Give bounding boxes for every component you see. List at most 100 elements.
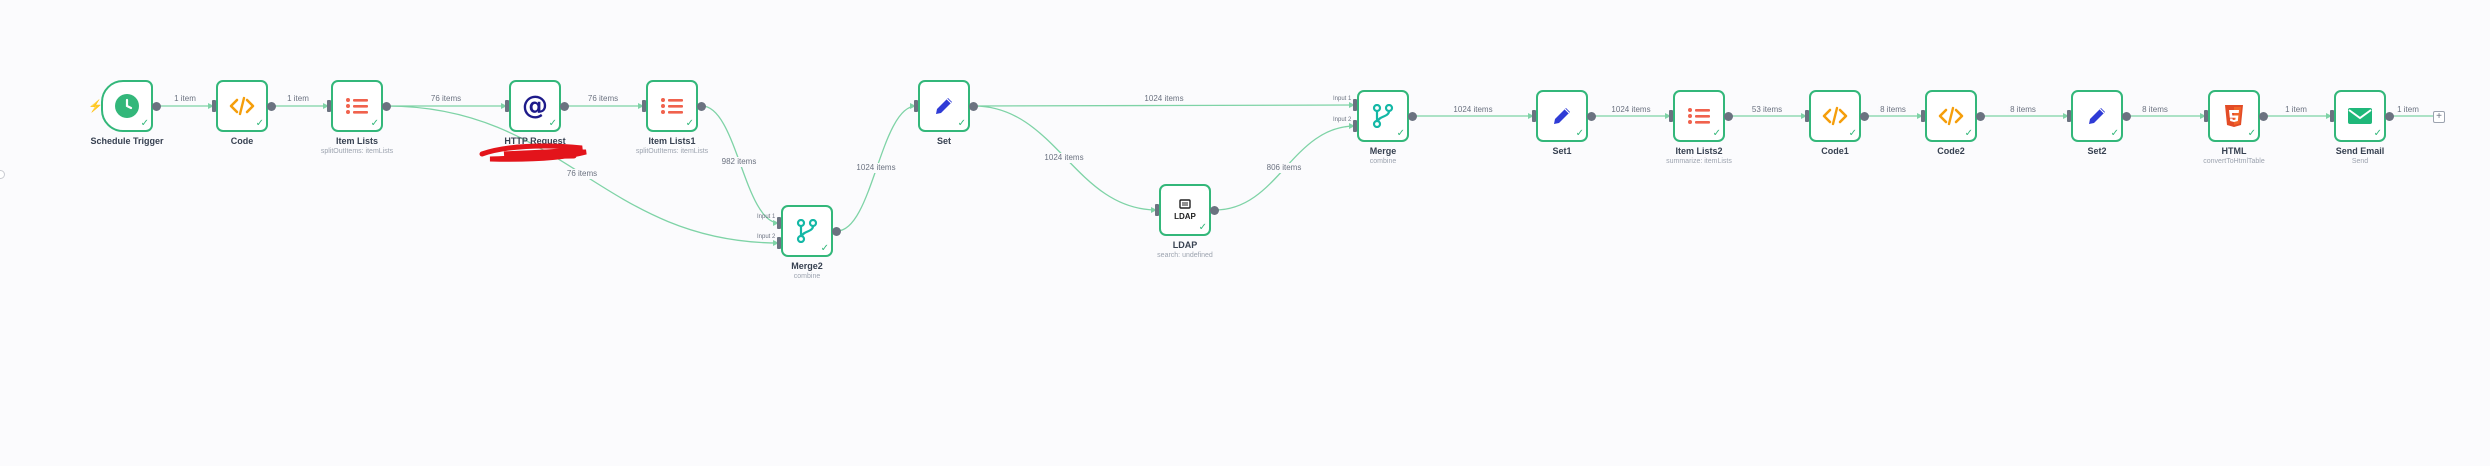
output-handle[interactable]: [267, 101, 276, 111]
input-handle[interactable]: [1353, 99, 1357, 111]
input-handle[interactable]: [1532, 110, 1536, 122]
edge-item-count: 1 item: [285, 94, 311, 104]
input-handle[interactable]: [1669, 110, 1673, 122]
edge-item-count: 1024 items: [1142, 94, 1186, 104]
input-handle[interactable]: [327, 100, 331, 112]
node-itemlists2[interactable]: ✓: [1673, 90, 1725, 142]
node-code1[interactable]: ✓: [1809, 90, 1861, 142]
success-check-icon: ✓: [820, 243, 829, 254]
success-check-icon: ✓: [2373, 128, 2382, 139]
code-icon: [229, 96, 255, 116]
html5-icon: [2223, 104, 2245, 128]
edge-item-count: 53 items: [1749, 105, 1785, 115]
edge-item-count: 1 item: [2283, 105, 2309, 115]
node-subtitle: Send: [2351, 158, 2369, 165]
input-handle[interactable]: [2330, 110, 2334, 122]
node-trigger[interactable]: ✓: [101, 80, 153, 132]
pen-icon: [2085, 104, 2109, 128]
node-set[interactable]: ✓: [918, 80, 970, 132]
node-html[interactable]: ✓: [2208, 90, 2260, 142]
node-ldap[interactable]: LDAP ✓: [1159, 184, 1211, 236]
clock-icon: [114, 93, 140, 119]
node-email[interactable]: ✓: [2334, 90, 2386, 142]
output-handle[interactable]: [152, 101, 161, 111]
node-merge[interactable]: ✓: [1357, 90, 1409, 142]
workflow-canvas[interactable]: 1 item 1 item 76 items 76 items 76 items 982 …: [0, 0, 2490, 466]
node-itemlists[interactable]: ✓: [331, 80, 383, 132]
success-check-icon: ✓: [1848, 128, 1857, 139]
input-handle[interactable]: [777, 237, 781, 249]
input-label: Input 1: [1333, 96, 1352, 102]
success-check-icon: ✓: [1575, 128, 1584, 139]
input-handle[interactable]: [1155, 204, 1159, 216]
node-subtitle: splitOutItems: itemLists: [635, 148, 709, 155]
input-handle[interactable]: [2067, 110, 2071, 122]
list-icon: [1687, 106, 1711, 126]
edge-item-count: 1 item: [172, 94, 198, 104]
edge-item-count: 8 items: [1878, 105, 1908, 115]
input-handle[interactable]: [1805, 110, 1809, 122]
node-title: LDAP: [1172, 240, 1198, 250]
edge-item-count: 1024 items: [1042, 153, 1086, 163]
edge-item-count: 1024 items: [1451, 105, 1495, 115]
node-set2[interactable]: ✓: [2071, 90, 2123, 142]
input-label: Input 1: [757, 214, 776, 220]
node-subtitle: splitOutItems: itemLists: [320, 148, 394, 155]
output-handle[interactable]: [697, 101, 706, 111]
output-handle[interactable]: [1976, 111, 1985, 121]
edge-item-count: 8 items: [2008, 105, 2038, 115]
output-handle[interactable]: [832, 226, 841, 236]
pen-icon: [1550, 104, 1574, 128]
output-handle[interactable]: [1210, 205, 1219, 215]
output-handle[interactable]: [382, 101, 391, 111]
node-code2[interactable]: ✓: [1925, 90, 1977, 142]
input-handle[interactable]: [642, 100, 646, 112]
trigger-bolt-icon: ⚡: [88, 99, 103, 113]
edge-item-count: 76 items: [564, 169, 600, 179]
add-node-button[interactable]: +: [2433, 111, 2445, 123]
output-handle[interactable]: [1587, 111, 1596, 121]
node-title: Merge: [1369, 146, 1397, 156]
output-handle[interactable]: [1724, 111, 1733, 121]
node-subtitle: summarize: itemLists: [1666, 158, 1732, 165]
input-handle[interactable]: [1353, 120, 1357, 132]
at-icon: @: [522, 91, 548, 121]
input-handle[interactable]: [505, 100, 509, 112]
node-code[interactable]: ✓: [216, 80, 268, 132]
node-title: HTML: [2221, 146, 2247, 156]
code-icon: [1822, 106, 1848, 126]
node-title: Merge2: [791, 261, 823, 271]
input-handle[interactable]: [212, 100, 216, 112]
merge-icon: [1372, 104, 1394, 128]
input-label: Input 2: [1333, 117, 1352, 123]
node-title: Set1: [1552, 146, 1572, 156]
code-icon: [1938, 106, 1964, 126]
connection-set-merge[interactable]: [973, 104, 1356, 107]
output-handle[interactable]: [2259, 111, 2268, 121]
output-handle[interactable]: [2385, 111, 2394, 121]
node-set1[interactable]: ✓: [1536, 90, 1588, 142]
output-handle[interactable]: [1408, 111, 1417, 121]
node-merge2[interactable]: ✓: [781, 205, 833, 257]
edge-item-count: 1024 items: [854, 163, 898, 173]
node-subtitle: search: undefined: [1157, 252, 1213, 259]
output-handle[interactable]: [2122, 111, 2131, 121]
node-http[interactable]: @ ✓: [509, 80, 561, 132]
output-handle[interactable]: [969, 101, 978, 111]
node-title: Item Lists1: [648, 136, 696, 146]
node-title: Code2: [1937, 146, 1965, 156]
list-icon: [660, 96, 684, 116]
edge-item-count: 8 items: [2140, 105, 2170, 115]
node-itemlists1[interactable]: ✓: [646, 80, 698, 132]
node-title: Item Lists2: [1675, 146, 1723, 156]
input-handle[interactable]: [914, 100, 918, 112]
input-handle[interactable]: [1921, 110, 1925, 122]
input-handle[interactable]: [2204, 110, 2208, 122]
output-handle[interactable]: [1860, 111, 1869, 121]
output-handle[interactable]: [560, 101, 569, 111]
input-handle[interactable]: [777, 217, 781, 229]
merge-icon: [796, 219, 818, 243]
node-title: Item Lists: [335, 136, 378, 146]
node-subtitle: combine: [793, 273, 821, 280]
pen-icon: [932, 94, 956, 118]
